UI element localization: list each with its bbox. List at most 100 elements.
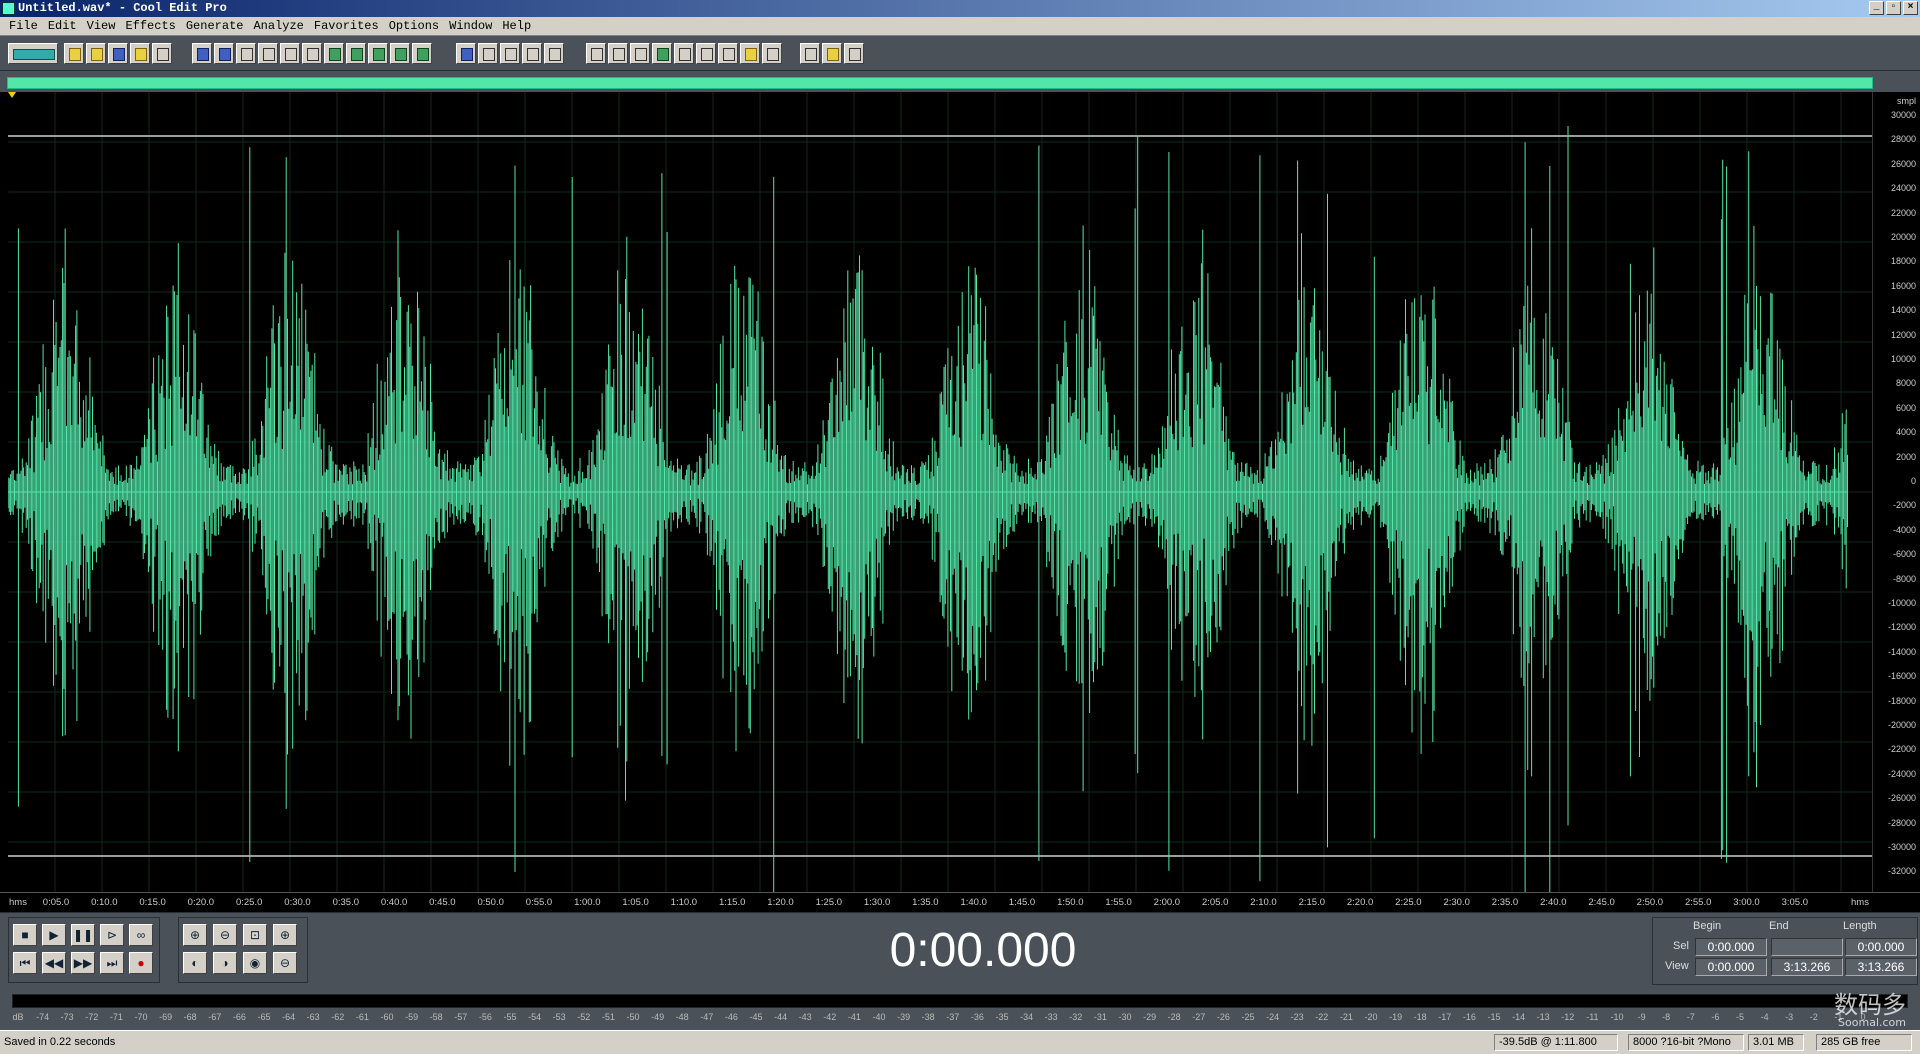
zoom-tool-icon[interactable] [674,43,694,64]
amp-tick-label: 16000 [1890,280,1916,291]
menu-window[interactable]: Window [444,19,497,33]
menu-effects[interactable]: Effects [120,19,180,33]
time-tick-label: 1:10.0 [670,897,698,908]
zoom-full-button[interactable]: ⊡ [243,924,267,946]
view-begin-field[interactable]: 0:00.000 [1695,958,1767,976]
sel-begin-field[interactable]: 0:00.000 [1695,938,1767,956]
reverse-icon[interactable] [522,43,542,64]
cut-icon[interactable] [236,43,256,64]
zoom-right-button[interactable]: ◑ [213,952,237,974]
rewind-button[interactable]: ◀◀ [42,952,66,974]
time-tick-label: 0:55.0 [525,897,553,908]
zoom-out-vertical-button[interactable]: ⊖ [273,952,297,974]
trim-icon[interactable] [346,43,366,64]
envelope-icon[interactable] [456,43,476,64]
mix-paste-icon[interactable] [324,43,344,64]
record-button[interactable]: ● [129,952,153,974]
go-to-start-button[interactable]: ⏮ [13,952,37,974]
time-tick-label: 2:20.0 [1346,897,1374,908]
level-tick-label: -26 [1216,1012,1230,1022]
open-file-icon[interactable] [86,43,106,64]
minimize-button[interactable]: _ [1869,1,1884,15]
waveform-panel[interactable]: smpl 30000 28000 26000 24000 22000 20000 18000… [0,92,1920,912]
zoom-in-horizontal-button[interactable]: ⊕ [183,924,207,946]
silence-icon[interactable] [368,43,388,64]
zoom-out-horizontal-button[interactable]: ⊖ [213,924,237,946]
fade-icon[interactable] [478,43,498,64]
view-length-field[interactable]: 3:13.266 [1845,958,1917,976]
copy-icon[interactable] [258,43,278,64]
stop-button[interactable]: ■ [13,924,37,946]
time-tick-label: 1:15.0 [718,897,746,908]
normalize-icon[interactable] [544,43,564,64]
menu-help[interactable]: Help [497,19,536,33]
time-tick-label: 1:30.0 [863,897,891,908]
level-tick-label: -67 [208,1012,222,1022]
time-format-icon[interactable] [696,43,716,64]
new-file-icon[interactable] [64,43,84,64]
paste-icon[interactable] [280,43,300,64]
waveform-overview-bar[interactable] [7,77,1873,89]
loop-button[interactable]: ∞ [129,924,153,946]
go-to-end-button[interactable]: ⏭ [100,952,124,974]
paste-new-icon[interactable] [302,43,322,64]
open-append-icon[interactable] [130,43,150,64]
sel-end-field[interactable] [1771,938,1843,956]
analysis-icon[interactable] [630,43,650,64]
play-loop-icon[interactable] [652,43,672,64]
level-tick-label: -44 [774,1012,788,1022]
spectral-view-icon[interactable] [586,43,606,64]
amp-tick-label: 10000 [1890,354,1916,364]
amp-tick-label: 6000 [1895,402,1916,413]
help-icon[interactable] [844,43,864,64]
level-tick-label: -12 [1561,1012,1575,1022]
end-header: End [1769,920,1789,932]
waveform-multitrack-toggle-icon[interactable] [8,43,58,64]
amp-tick-label: -24000 [1887,768,1916,779]
menu-analyze[interactable]: Analyze [248,19,308,33]
redo-icon[interactable] [214,43,234,64]
waveform-view-icon[interactable] [608,43,628,64]
level-tick-label: -15 [1487,1012,1501,1022]
menu-options[interactable]: Options [384,19,444,33]
close-file-icon[interactable] [152,43,172,64]
level-tick-label: -48 [675,1012,689,1022]
batch-icon[interactable] [822,43,842,64]
zoom-left-button[interactable]: ◐ [183,952,207,974]
frequency-icon[interactable] [718,43,738,64]
sel-length-field[interactable]: 0:00.000 [1845,938,1917,956]
time-tick-label: 1:45.0 [1008,897,1036,908]
menu-favorites[interactable]: Favorites [309,19,384,33]
level-tick-label: -49 [651,1012,665,1022]
level-tick-label: -68 [183,1012,197,1022]
status-format: 8000 ?16-bit ?Mono [1628,1034,1744,1051]
crop-icon[interactable] [390,43,410,64]
view-end-field[interactable]: 3:13.266 [1771,958,1843,976]
fast-forward-button[interactable]: ▶▶ [71,952,95,974]
settings-icon[interactable] [800,43,820,64]
close-button[interactable]: × [1903,1,1918,15]
menu-file[interactable]: File [4,19,43,33]
menu-bar: File Edit View Effects Generate Analyze Favori… [0,17,1920,36]
zoom-selection-button[interactable]: ◉ [243,952,267,974]
transport-panel: ■ ▶ ❚❚ ⊳ ∞ ⏮ ◀◀ ▶▶ ⏭ ● ⊕ ⊖ ⊡ ⊕ ◐ ◑ ◉ ⊖ 0:00.000 Begin En… [0,912,1920,988]
pause-button[interactable]: ❚❚ [71,924,95,946]
play-to-end-button[interactable]: ⊳ [100,924,124,946]
level-tick-label: -9 [1637,1012,1646,1022]
save-file-icon[interactable] [108,43,128,64]
menu-generate[interactable]: Generate [181,19,249,33]
level-meter-panel: dB -74 -73 -72 -71 -70 -69 -68 -67 -66 -65 -64 -63 -6… [0,988,1920,1030]
zoom-in-vertical-button[interactable]: ⊕ [273,924,297,946]
time-ruler[interactable]: hms hms 0:05.0 0:10.0 0:15.0 0:20.0 0:25.0 0:… [0,892,1920,912]
menu-view[interactable]: View [82,19,121,33]
invert-icon[interactable] [500,43,520,64]
ruler-icon[interactable] [762,43,782,64]
restore-button[interactable]: ▫ [1886,1,1901,15]
menu-edit[interactable]: Edit [43,19,82,33]
cue-list-icon[interactable] [740,43,760,64]
play-button[interactable]: ▶ [42,924,66,946]
select-all-icon[interactable] [412,43,432,64]
undo-icon[interactable] [192,43,212,64]
length-header: Length [1843,920,1877,932]
waveform-display[interactable] [8,92,1872,892]
